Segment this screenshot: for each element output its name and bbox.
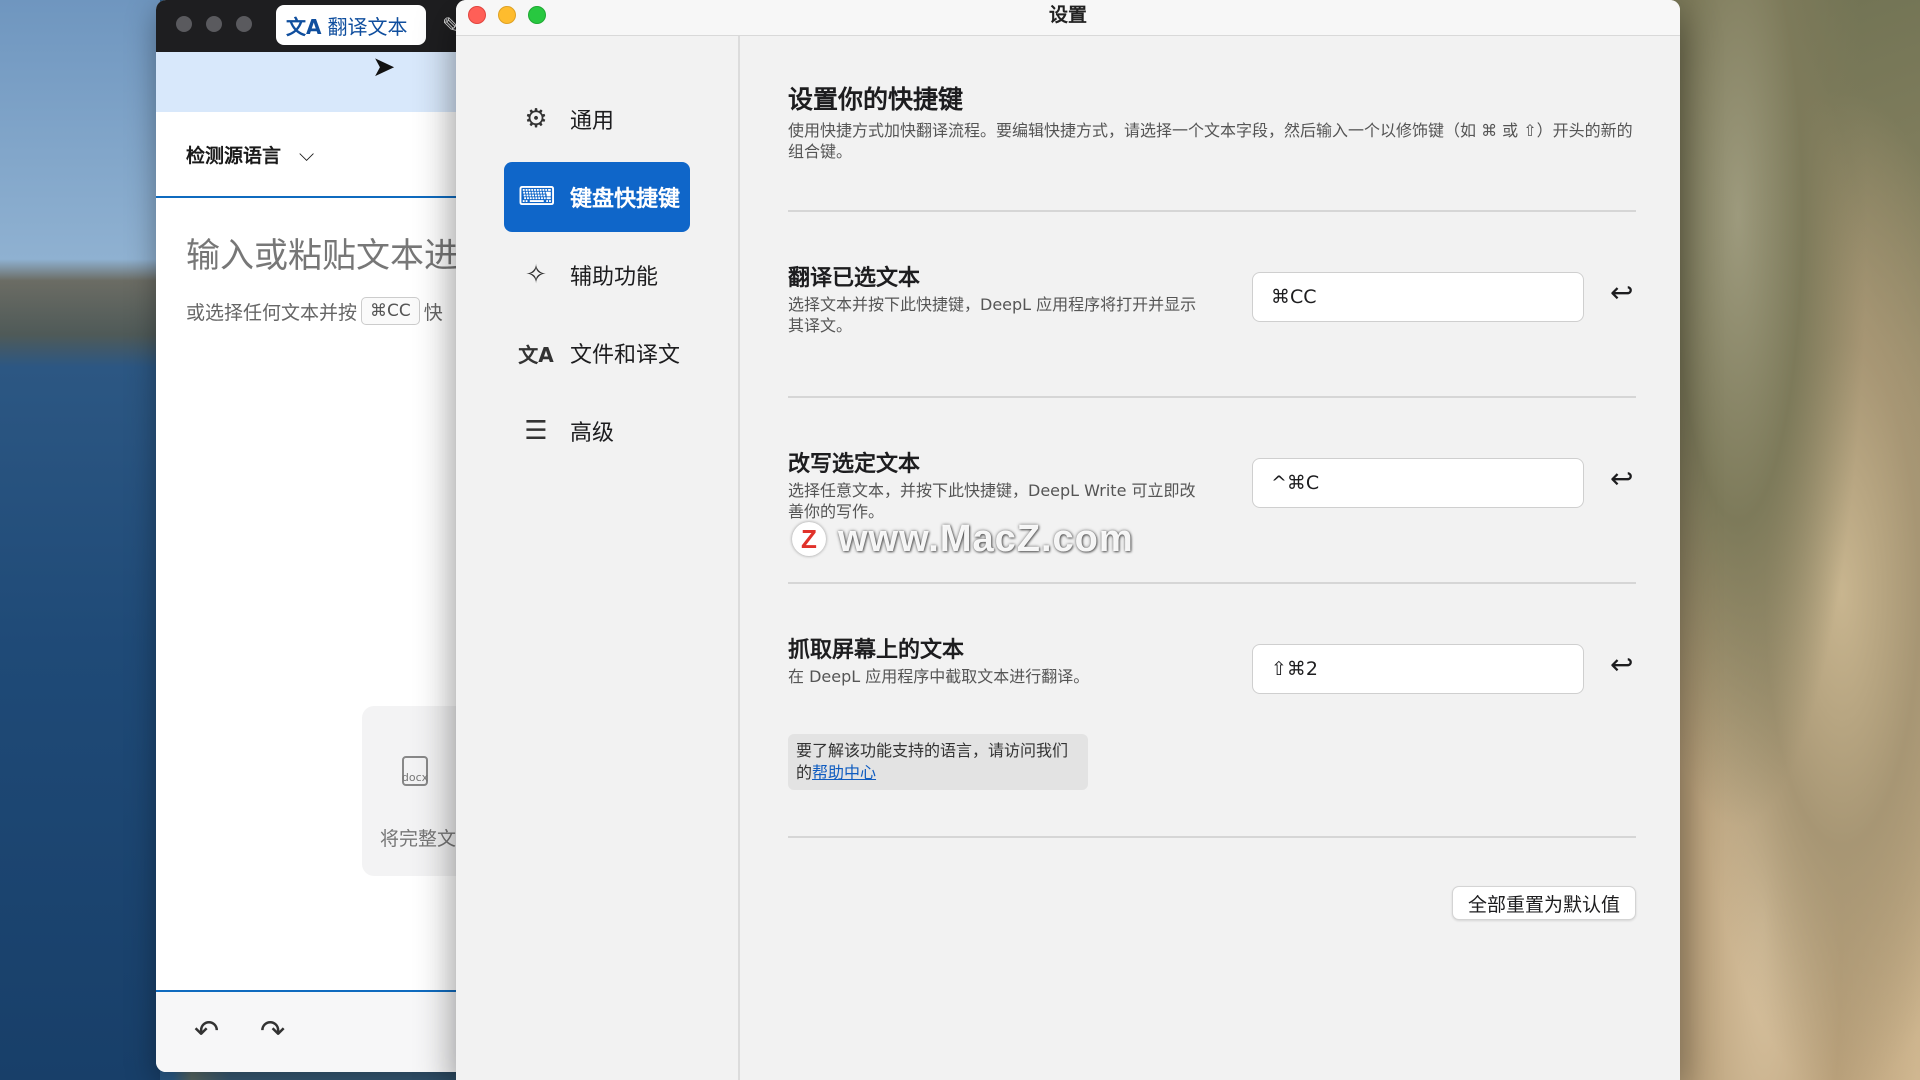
shortcut-field-translate-selected[interactable]: ⌘CC (1252, 272, 1584, 322)
document-icon: docx (402, 756, 428, 786)
gear-icon: ⚙ (524, 104, 548, 134)
sidebar-item-label: 键盘快捷键 (570, 187, 681, 212)
tab-label: 翻译文本 (327, 14, 408, 39)
sidebar-item-label: 高级 (570, 421, 615, 446)
desktop-wallpaper-right (1660, 0, 1920, 1080)
sidebar-item-label: 辅助功能 (570, 265, 659, 290)
header-band (156, 52, 476, 112)
divider (788, 836, 1636, 838)
settings-sidebar: ⚙ 通用 ⌨ 键盘快捷键 ✧ 辅助功能 文A 文件和译文 ☰ 高级 (456, 36, 740, 1080)
deepl-titlebar: 文A 翻译文本 ✎ (156, 0, 476, 52)
sidebar-item-label: 通用 (570, 109, 615, 134)
sidebar-item-keyboard-shortcuts[interactable]: ⌨ 键盘快捷键 (504, 162, 690, 232)
divider (788, 210, 1636, 212)
minimize-button[interactable] (498, 6, 516, 24)
divider (788, 582, 1636, 584)
input-hint: 或选择任何文本并按 ⌘CC 快 (156, 277, 476, 325)
shortcut-desc-capture-screen-text: 在 DeepL 应用程序中截取文本进行翻译。 (788, 667, 1090, 686)
sliders-icon: ☰ (524, 416, 548, 446)
source-language-label: 检测源语言 (186, 144, 282, 167)
desktop-wallpaper-left (0, 0, 160, 1080)
bottom-toolbar: ↶ ↷ (156, 990, 476, 1072)
help-note: 要了解该功能支持的语言，请访问我们的帮助中心 (788, 734, 1088, 790)
shortcut-desc-translate-selected: 选择文本并按下此快捷键，DeepL 应用程序将打开并显示其译文。 (788, 295, 1197, 335)
window-title: 设置 (1048, 4, 1087, 26)
watermark-logo-icon: Z (792, 522, 826, 556)
hint-suffix: 快 (423, 301, 443, 324)
sidebar-item-advanced[interactable]: ☰ 高级 (504, 396, 690, 466)
shortcut-desc-rewrite-selected: 选择任意文本，并按下此快捷键，DeepL Write 可立即改善你的写作。 (788, 481, 1196, 521)
hint-prefix: 或选择任何文本并按 (186, 301, 358, 324)
reset-shortcut-icon[interactable]: ↩ (1610, 462, 1633, 495)
shortcut-title-translate-selected: 翻译已选文本 (788, 266, 921, 291)
document-drop-text: 将完整文 (380, 828, 457, 850)
undo-icon[interactable]: ↶ (194, 1014, 219, 1049)
close-button[interactable] (176, 16, 192, 32)
reset-shortcut-icon[interactable]: ↩ (1610, 648, 1633, 681)
shortcut-title-rewrite-selected: 改写选定文本 (788, 452, 921, 477)
tab-translate-text[interactable]: 文A 翻译文本 (276, 5, 426, 45)
close-button[interactable] (468, 6, 486, 24)
shortcut-field-capture-screen-text[interactable]: ⇧⌘2 (1252, 644, 1584, 694)
help-center-link[interactable]: 帮助中心 (812, 763, 876, 782)
page-description: 使用快捷方式加快翻译流程。要编辑快捷方式，请选择一个文本字段，然后输入一个以修饰… (788, 121, 1633, 161)
settings-titlebar: 设置 (456, 0, 1680, 36)
reset-all-button[interactable]: 全部重置为默认值 (1452, 886, 1636, 920)
redo-icon[interactable]: ↷ (260, 1014, 285, 1049)
zoom-button[interactable] (528, 6, 546, 24)
translate-icon: 文A (286, 14, 322, 39)
translate-icon: 文A (518, 342, 554, 367)
keyboard-icon: ⌨ (518, 182, 556, 212)
input-placeholder[interactable]: 输入或粘贴文本进 (156, 198, 476, 277)
shortcut-field-rewrite-selected[interactable]: ^⌘C (1252, 458, 1584, 508)
minimize-button[interactable] (206, 16, 222, 32)
chevron-down-icon: ⌵ (299, 142, 315, 166)
doc-icon-label: docx (401, 771, 429, 784)
sidebar-item-files-translations[interactable]: 文A 文件和译文 (504, 318, 690, 388)
mouse-cursor-icon: ➤ (372, 50, 396, 83)
sidebar-item-label: 文件和译文 (570, 343, 681, 368)
shortcut-title-capture-screen-text: 抓取屏幕上的文本 (788, 638, 965, 663)
shortcut-badge: ⌘CC (361, 297, 420, 325)
sidebar-item-general[interactable]: ⚙ 通用 (504, 84, 690, 154)
deepl-translator-window: 文A 翻译文本 ✎ 检测源语言 ⌵ 输入或粘贴文本进 或选择任何文本并按 ⌘CC… (156, 0, 476, 1072)
watermark-text: www.MacZ.com (838, 518, 1134, 560)
source-language-selector[interactable]: 检测源语言 ⌵ (156, 112, 476, 198)
accessibility-icon: ✧ (525, 260, 547, 290)
reset-shortcut-icon[interactable]: ↩ (1610, 276, 1633, 309)
page-title: 设置你的快捷键 (788, 85, 964, 114)
sidebar-item-accessibility[interactable]: ✧ 辅助功能 (504, 240, 690, 310)
zoom-button[interactable] (236, 16, 252, 32)
divider (788, 396, 1636, 398)
